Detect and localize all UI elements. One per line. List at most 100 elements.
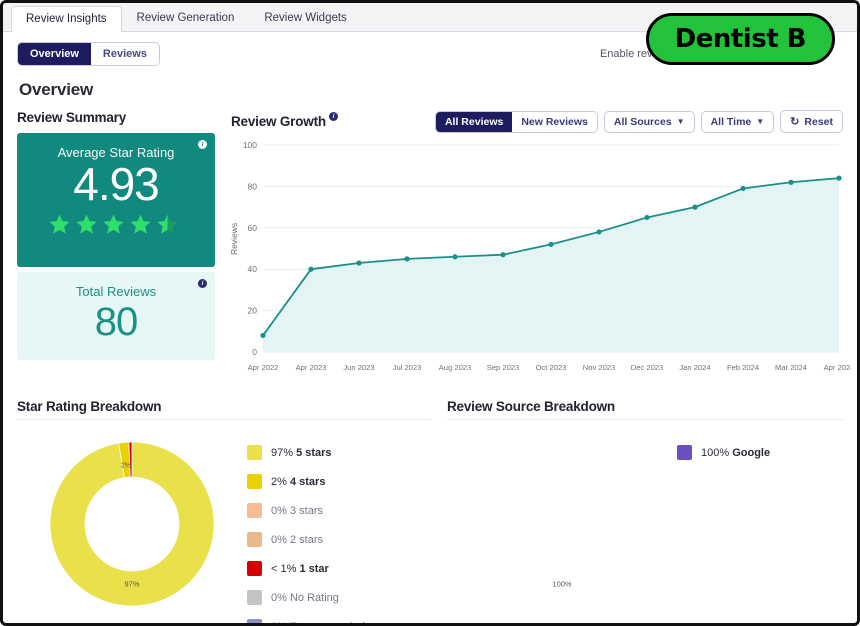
button-label: All Reviews (445, 116, 503, 128)
star-breakdown-content: 97% 2% 97% 5 stars 2% 4 stars 0% 3 stars 0% … (17, 426, 431, 626)
legend-swatch (247, 532, 262, 547)
star-rating-donut: 97% 2% (17, 426, 247, 626)
subnav-label: Reviews (103, 48, 147, 60)
chevron-down-icon: ▼ (677, 117, 685, 126)
legend-item[interactable]: 97% 5 stars (247, 438, 385, 467)
legend-label: 100% Google (701, 447, 770, 459)
legend-item[interactable]: 0% 2 stars (247, 525, 385, 554)
legend-item[interactable]: < 1% 1 star (247, 554, 385, 583)
tab-review-insights[interactable]: Review Insights (11, 6, 122, 32)
review-growth-chart: Reviews 0 20 40 60 80 100 Apr 2022 Apr 2023 Jun … (231, 137, 843, 387)
legend-item[interactable]: 0% 3 stars (247, 496, 385, 525)
overview-bottom-grid: Star Rating Breakdown 97% 2% 97% 5 stars 2… (17, 399, 843, 626)
divider (17, 419, 431, 420)
subnav-item-reviews[interactable]: Reviews (91, 43, 159, 65)
average-star-rating-label: Average Star Rating (27, 145, 205, 160)
svg-text:Apr 2023: Apr 2023 (296, 363, 327, 372)
legend-label: 2% 4 stars (271, 476, 325, 488)
time-range-dropdown[interactable]: All Time ▼ (701, 111, 775, 133)
button-label: Reset (804, 116, 833, 128)
filter-all-reviews-button[interactable]: All Reviews (436, 112, 512, 132)
dentist-b-overlay-badge: Dentist B (646, 13, 835, 65)
svg-text:80: 80 (248, 181, 258, 191)
svg-text:Jun 2023: Jun 2023 (343, 363, 374, 372)
svg-text:0: 0 (252, 347, 257, 357)
total-reviews-value: 80 (27, 299, 205, 345)
section-title-text: Review Source Breakdown (447, 399, 615, 414)
legend-item[interactable]: 0% No Rating (247, 583, 385, 612)
tab-label: Review Generation (137, 12, 235, 24)
svg-text:Apr 2022: Apr 2022 (248, 363, 279, 372)
total-reviews-label: Total Reviews (27, 284, 205, 299)
star-rating-breakdown-panel: Star Rating Breakdown 97% 2% 97% 5 stars 2… (17, 399, 431, 626)
review-growth-controls: All Reviews New Reviews All Sources ▼ Al… (435, 110, 843, 133)
svg-text:Apr 2024: Apr 2024 (824, 363, 851, 372)
button-label: New Reviews (521, 116, 588, 128)
svg-text:Jan 2024: Jan 2024 (679, 363, 710, 372)
legend-swatch (247, 590, 262, 605)
button-label: All Time (711, 116, 752, 128)
legend-swatch (247, 503, 262, 518)
section-title-text: Review Summary (17, 110, 126, 125)
legend-swatch (247, 619, 262, 626)
legend-label: 0% Recommended (271, 621, 365, 626)
svg-text:60: 60 (248, 223, 258, 233)
svg-text:Mar 2024: Mar 2024 (775, 363, 807, 372)
legend-label: 97% 5 stars (271, 447, 332, 459)
review-source-breakdown-panel: Review Source Breakdown 100% 100% Google (447, 399, 843, 626)
page-content: Overview Reviews Enable revi Overview Re… (3, 32, 857, 626)
svg-text:97%: 97% (124, 580, 139, 589)
tab-label: Review Insights (26, 13, 107, 25)
legend-swatch (247, 561, 262, 576)
legend-item[interactable]: 2% 4 stars (247, 467, 385, 496)
tab-review-widgets[interactable]: Review Widgets (249, 5, 361, 31)
review-growth-title: Review Growth i (231, 114, 338, 129)
refresh-icon: ↻ (790, 115, 799, 128)
reviews-filter-group: All Reviews New Reviews (435, 111, 598, 133)
tab-label: Review Widgets (264, 12, 346, 24)
svg-text:Feb 2024: Feb 2024 (727, 363, 759, 372)
reset-button[interactable]: ↻ Reset (780, 110, 843, 133)
source-breakdown-content: 100% 100% Google (447, 426, 843, 626)
legend-swatch (677, 445, 692, 460)
divider (447, 419, 843, 420)
chevron-down-icon: ▼ (756, 117, 764, 126)
info-icon[interactable]: i (198, 279, 207, 288)
review-source-breakdown-title: Review Source Breakdown (447, 399, 843, 414)
svg-text:Sep 2023: Sep 2023 (487, 363, 520, 372)
page-title: Overview (19, 80, 843, 100)
section-title-text: Review Growth (231, 114, 326, 129)
svg-text:100: 100 (243, 140, 257, 150)
overview-reviews-switch: Overview Reviews (17, 42, 160, 66)
app-window: Review Insights Review Generation Review… (0, 0, 860, 626)
subnav-item-overview[interactable]: Overview (18, 43, 91, 65)
overview-top-grid: Review Summary i Average Star Rating 4.9… (17, 110, 843, 387)
svg-text:Nov 2023: Nov 2023 (583, 363, 616, 372)
svg-text:2%: 2% (121, 463, 131, 470)
review-source-legend: 100% Google (677, 426, 770, 467)
info-icon[interactable]: i (329, 112, 338, 121)
svg-text:Oct 2023: Oct 2023 (536, 363, 567, 372)
svg-text:20: 20 (248, 306, 258, 316)
svg-text:40: 40 (248, 264, 258, 274)
review-growth-header: Review Growth i All Reviews New Reviews … (231, 110, 843, 133)
section-title-text: Star Rating Breakdown (17, 399, 161, 414)
legend-label: 0% No Rating (271, 592, 339, 604)
filter-new-reviews-button[interactable]: New Reviews (512, 112, 597, 132)
legend-label: < 1% 1 star (271, 563, 329, 575)
legend-item[interactable]: 100% Google (677, 438, 770, 467)
tab-review-generation[interactable]: Review Generation (122, 5, 250, 31)
svg-text:100%: 100% (552, 580, 572, 589)
svg-text:Aug 2023: Aug 2023 (439, 363, 472, 372)
legend-swatch (247, 474, 262, 489)
subnav-label: Overview (30, 48, 79, 60)
chart-y-axis-label: Reviews (229, 223, 239, 255)
review-source-donut: 100% (447, 426, 677, 626)
total-reviews-card: i Total Reviews 80 (17, 272, 215, 360)
line-chart-svg: 020406080100Apr 2022Apr 2023Jun 2023Jul … (231, 137, 851, 387)
svg-text:Dec 2023: Dec 2023 (631, 363, 664, 372)
sources-dropdown[interactable]: All Sources ▼ (604, 111, 695, 133)
legend-label: 0% 2 stars (271, 534, 323, 546)
legend-item[interactable]: 0% Recommended (247, 612, 385, 626)
review-summary-title: Review Summary (17, 110, 215, 125)
